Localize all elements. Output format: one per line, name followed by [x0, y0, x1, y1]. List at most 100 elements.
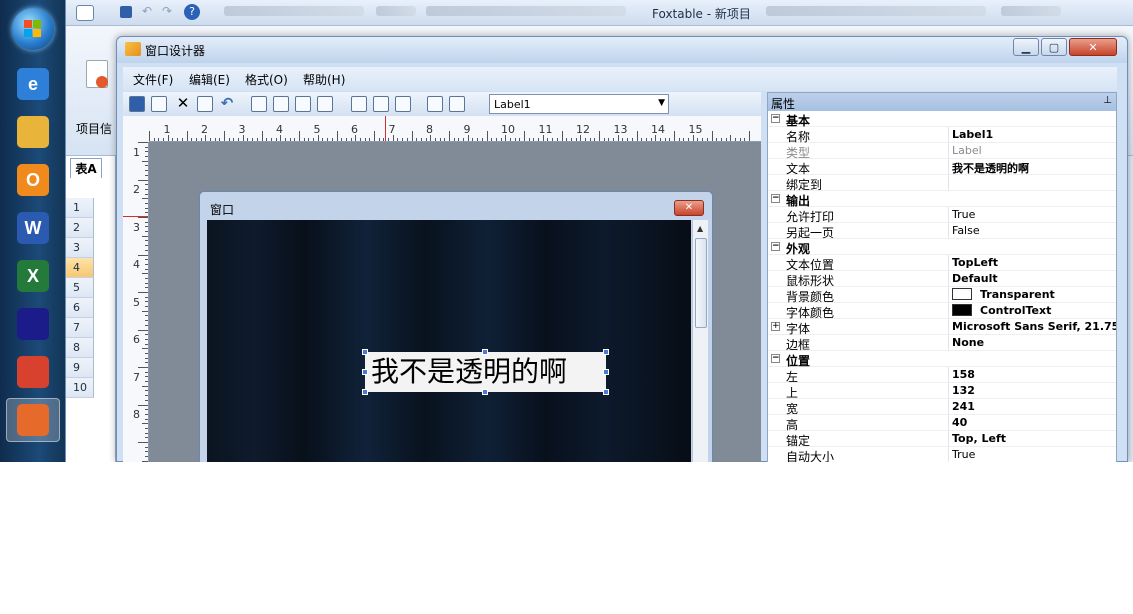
resize-handle[interactable]	[362, 349, 368, 355]
save-icon[interactable]	[129, 96, 145, 112]
copy-icon[interactable]	[197, 96, 213, 112]
property-value[interactable]: None	[952, 336, 984, 349]
row-number[interactable]: 8	[66, 338, 94, 358]
property-row[interactable]: 鼠标形状 Default	[768, 271, 1116, 288]
start-button[interactable]	[12, 8, 54, 50]
property-row[interactable]: 上 132	[768, 383, 1116, 400]
row-number[interactable]: 7	[66, 318, 94, 338]
pin-icon[interactable]: ⊥	[1103, 95, 1112, 106]
align-top-icon[interactable]	[295, 96, 311, 112]
menu-item[interactable]: 文件(F)	[133, 71, 173, 88]
resize-handle[interactable]	[362, 389, 368, 395]
taskbar-button[interactable]	[6, 350, 60, 394]
property-row[interactable]: 类型 Label	[768, 143, 1116, 160]
save-icon[interactable]	[120, 6, 132, 18]
form-client-area[interactable]: 我不是透明的啊	[207, 220, 691, 462]
align-bottom-icon[interactable]	[317, 96, 333, 112]
delete-icon[interactable]: ✕	[175, 96, 191, 112]
menu-item[interactable]: 格式(O)	[245, 71, 288, 88]
vertical-spacing-icon[interactable]	[427, 96, 443, 112]
property-value[interactable]: ControlText	[952, 304, 1051, 317]
taskbar-button[interactable]	[6, 302, 60, 346]
property-row[interactable]: 高 40	[768, 415, 1116, 432]
undo-icon[interactable]: ↶	[142, 4, 152, 18]
property-value[interactable]: Transparent	[952, 288, 1055, 301]
property-value[interactable]: 40	[952, 416, 967, 429]
row-number[interactable]: 9	[66, 358, 94, 378]
taskbar-button[interactable]: O	[6, 158, 60, 202]
property-row[interactable]: 另起一页 False	[768, 223, 1116, 240]
property-value[interactable]: TopLeft	[952, 256, 998, 269]
collapse-icon[interactable]: −	[771, 114, 780, 123]
child-form[interactable]: 窗口 ✕ 我不是透明的啊 ▲	[199, 191, 713, 462]
property-row[interactable]: 背景颜色 Transparent	[768, 287, 1116, 304]
property-row[interactable]: + 字体 Microsoft Sans Serif, 21.75pt	[768, 319, 1116, 336]
help-icon[interactable]: ?	[184, 4, 200, 20]
control-selector-dropdown[interactable]: Label1 ▼	[489, 94, 669, 114]
taskbar-button[interactable]: X	[6, 254, 60, 298]
resize-handle[interactable]	[603, 369, 609, 375]
app-menu-icon[interactable]	[76, 5, 94, 21]
resize-handle[interactable]	[362, 369, 368, 375]
property-row[interactable]: 允许打印 True	[768, 207, 1116, 224]
property-row[interactable]: 文本 我不是透明的啊	[768, 159, 1116, 176]
property-row[interactable]: 名称 Label1	[768, 127, 1116, 144]
project-info-button[interactable]: 项目信	[72, 56, 118, 136]
resize-handle[interactable]	[603, 389, 609, 395]
taskbar-button[interactable]	[6, 398, 60, 442]
close-button[interactable]: ✕	[1069, 38, 1117, 56]
scroll-up-icon[interactable]: ▲	[697, 224, 703, 233]
property-category[interactable]: − 外观	[768, 239, 1116, 256]
property-row[interactable]: 绑定到	[768, 175, 1116, 192]
property-value[interactable]: 241	[952, 400, 975, 413]
property-value[interactable]: Microsoft Sans Serif, 21.75pt	[952, 320, 1116, 333]
property-value[interactable]: False	[952, 224, 980, 237]
property-category[interactable]: − 位置	[768, 351, 1116, 368]
resize-handle[interactable]	[482, 389, 488, 395]
design-surface[interactable]: 窗口 ✕ 我不是透明的啊 ▲	[149, 142, 761, 462]
row-number[interactable]: 3	[66, 238, 94, 258]
row-number[interactable]: 6	[66, 298, 94, 318]
align-right-icon[interactable]	[273, 96, 289, 112]
save-as-icon[interactable]	[151, 96, 167, 112]
row-number[interactable]: 2	[66, 218, 94, 238]
property-row[interactable]: 字体颜色 ControlText	[768, 303, 1116, 320]
property-value[interactable]: Label1	[952, 128, 993, 141]
collapse-icon[interactable]: −	[771, 354, 780, 363]
property-value[interactable]: Default	[952, 272, 998, 285]
scrollbar-thumb[interactable]	[695, 238, 707, 328]
taskbar-button[interactable]: e	[6, 62, 60, 106]
expand-icon[interactable]: +	[771, 322, 780, 331]
undo-icon[interactable]: ↶	[219, 96, 235, 112]
taskbar-button[interactable]: W	[6, 206, 60, 250]
property-value[interactable]: Label	[952, 144, 982, 157]
horizontal-spacing-icon[interactable]	[449, 96, 465, 112]
menu-item[interactable]: 编辑(E)	[189, 71, 230, 88]
property-row[interactable]: 文本位置 TopLeft	[768, 255, 1116, 272]
child-form-close-icon[interactable]: ✕	[674, 200, 704, 216]
same-width-icon[interactable]	[351, 96, 367, 112]
property-value[interactable]: 我不是透明的啊	[952, 160, 1029, 176]
property-row[interactable]: 锚定 Top, Left	[768, 431, 1116, 448]
menu-item[interactable]: 帮助(H)	[303, 71, 345, 88]
row-number[interactable]: 5	[66, 278, 94, 298]
same-height-icon[interactable]	[373, 96, 389, 112]
property-row[interactable]: 宽 241	[768, 399, 1116, 416]
minimize-button[interactable]: ▁	[1013, 38, 1039, 56]
collapse-icon[interactable]: −	[771, 194, 780, 203]
property-category[interactable]: − 输出	[768, 191, 1116, 208]
tab-sheet-a[interactable]: 表A	[70, 158, 102, 178]
property-value[interactable]: 132	[952, 384, 975, 397]
redo-icon[interactable]: ↷	[162, 4, 172, 18]
property-category[interactable]: − 基本	[768, 111, 1116, 128]
property-row[interactable]: 自动大小 True	[768, 447, 1116, 462]
taskbar-button[interactable]	[6, 110, 60, 154]
label1-control[interactable]: 我不是透明的啊	[365, 352, 606, 392]
resize-handle[interactable]	[482, 349, 488, 355]
property-value[interactable]: True	[952, 208, 975, 221]
align-left-icon[interactable]	[251, 96, 267, 112]
row-number[interactable]: 10	[66, 378, 94, 398]
same-size-icon[interactable]	[395, 96, 411, 112]
designer-titlebar[interactable]: 窗口设计器 ▁ ▢ ✕	[117, 37, 1127, 63]
property-value[interactable]: Top, Left	[952, 432, 1006, 445]
